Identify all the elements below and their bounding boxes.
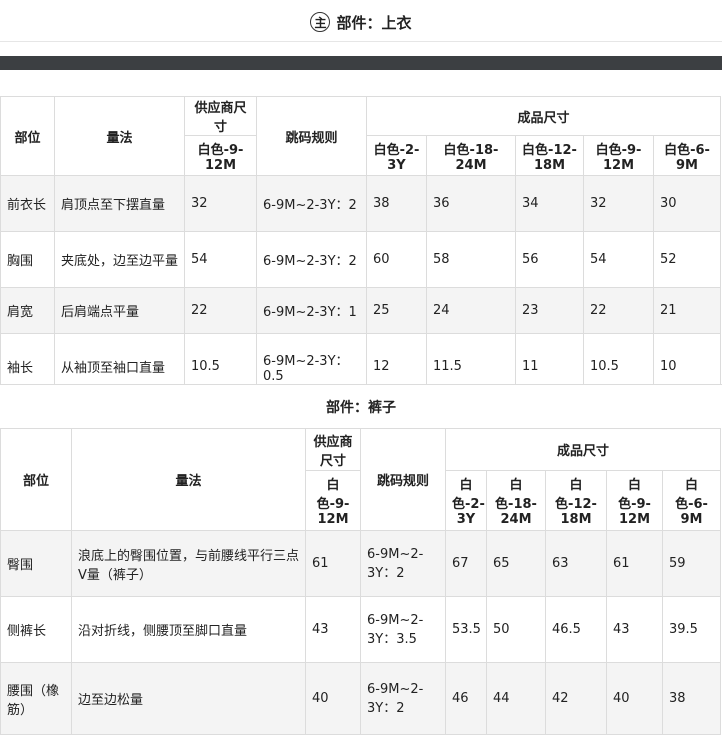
cell-part: 腰围（橡筋） [0,662,72,735]
table-row: 臀围 浪底上的臀围位置，与前腰线平行三点V量（裤子） 61 6-9M~2-3Y：… [0,530,722,597]
cell-value: 40 [606,662,663,735]
size-table-bottom: 部位 量法 供应商尺寸 跳码规则 成品尺寸 白色-9-12M 白色-2-3Y 白… [0,428,722,735]
cell-value: 52 [652,231,722,288]
cell-value: 46 [445,662,487,735]
col-header-finished: 成品尺寸 [444,428,722,471]
cell-value: 60 [366,231,427,288]
cell-value: 23 [515,287,584,334]
cell-value: 39.5 [661,596,722,663]
table-row: 肩宽 后肩端点平量 22 6-9M~2-3Y：1 25 24 23 22 21 [0,287,722,334]
cell-value: 54 [583,231,654,288]
cell-part: 胸围 [0,231,55,288]
table-row: 侧裤长 沿对折线，侧腰顶至脚口直量 43 6-9M~2-3Y：3.5 53.5 … [0,596,722,663]
cell-method: 后肩端点平量 [54,287,185,334]
col-header-size: 白色-9-12M [606,470,663,531]
cell-value: 58 [426,231,516,288]
cell-method: 夹底处，边至边平量 [54,231,185,288]
cell-value: 25 [366,287,427,334]
cell-method: 边至边松量 [71,662,306,735]
col-header-size: 白色-12-18M [545,470,607,531]
col-header-method: 量法 [54,96,185,176]
cell-value: 63 [545,530,607,597]
col-header-supplier-size: 白色-9-12M [305,470,361,531]
cell-value: 46.5 [545,596,607,663]
table-row: 前衣长 肩顶点至下摆直量 32 6-9M~2-3Y：2 38 36 34 32 … [0,175,722,232]
cell-method: 沿对折线，侧腰顶至脚口直量 [71,596,306,663]
cell-value: 56 [515,231,584,288]
cell-supplier: 22 [184,287,257,334]
cell-part: 肩宽 [0,287,55,334]
cell-part: 前衣长 [0,175,55,232]
col-header-size: 白色-18-24M [486,470,546,531]
cell-value: 38 [366,175,427,232]
cell-value: 42 [545,662,607,735]
cell-value: 61 [606,530,663,597]
cell-supplier: 43 [305,596,361,663]
cell-supplier: 54 [184,231,257,288]
col-header-supplier: 供应商尺寸 [305,428,361,471]
cell-rule: 6-9M~2-3Y：2 [256,231,367,288]
dark-divider-bar [0,56,722,70]
cell-value: 50 [486,596,546,663]
divider [0,41,722,42]
cell-supplier: 61 [305,530,361,597]
cell-part: 侧裤长 [0,596,72,663]
cell-method: 浪底上的臀围位置，与前腰线平行三点V量（裤子） [71,530,306,597]
cell-value: 34 [515,175,584,232]
cell-value: 43 [606,596,663,663]
cell-value: 44 [486,662,546,735]
col-header-supplier: 供应商尺寸 [184,96,257,136]
col-header-finished: 成品尺寸 [365,96,722,136]
size-table-top: 部位 量法 供应商尺寸 跳码规则 成品尺寸 白色-9-12M 白色-2-3Y 白… [0,96,722,400]
col-header-size: 白色-9-12M [583,135,654,176]
col-header-supplier-size: 白色-9-12M [184,135,257,176]
cell-value: 65 [486,530,546,597]
cell-rule: 6-9M~2-3Y：2 [360,662,446,735]
col-header-rule: 跳码规则 [360,428,446,531]
table-row: 腰围（橡筋） 边至边松量 40 6-9M~2-3Y：2 46 44 42 40 … [0,662,722,735]
cell-value: 32 [583,175,654,232]
cell-value: 22 [583,287,654,334]
col-header-size: 白色-2-3Y [445,470,487,531]
col-header-method: 量法 [71,428,306,531]
col-header-part: 部位 [0,96,55,176]
col-header-size: 白色-6-9M [661,470,722,531]
cell-rule: 6-9M~2-3Y：2 [360,530,446,597]
main-badge-icon: 主 [310,12,331,32]
cell-part: 臀围 [0,530,72,597]
cell-value: 38 [661,662,722,735]
cell-method: 肩顶点至下摆直量 [54,175,185,232]
col-header-size: 白色-6-9M [652,135,722,176]
cell-value: 24 [426,287,516,334]
section-title: 部件：裤子 [0,384,722,429]
cell-value: 36 [426,175,516,232]
cell-value: 21 [652,287,722,334]
page-title: 主 部件：上衣 [0,0,722,44]
table-row: 胸围 夹底处，边至边平量 54 6-9M~2-3Y：2 60 58 56 54 … [0,231,722,288]
col-header-size: 白色-18-24M [426,135,516,176]
cell-value: 30 [652,175,722,232]
cell-supplier: 40 [305,662,361,735]
col-header-size: 白色-2-3Y [366,135,427,176]
col-header-size: 白色-12-18M [515,135,584,176]
cell-rule: 6-9M~2-3Y：3.5 [360,596,446,663]
cell-value: 59 [661,530,722,597]
page-title-text: 部件：上衣 [336,13,412,32]
cell-supplier: 32 [184,175,257,232]
col-header-rule: 跳码规则 [256,96,367,176]
col-header-part: 部位 [0,428,72,531]
cell-rule: 6-9M~2-3Y：1 [256,287,367,334]
cell-rule: 6-9M~2-3Y：2 [256,175,367,232]
cell-value: 53.5 [445,596,487,663]
cell-value: 67 [445,530,487,597]
